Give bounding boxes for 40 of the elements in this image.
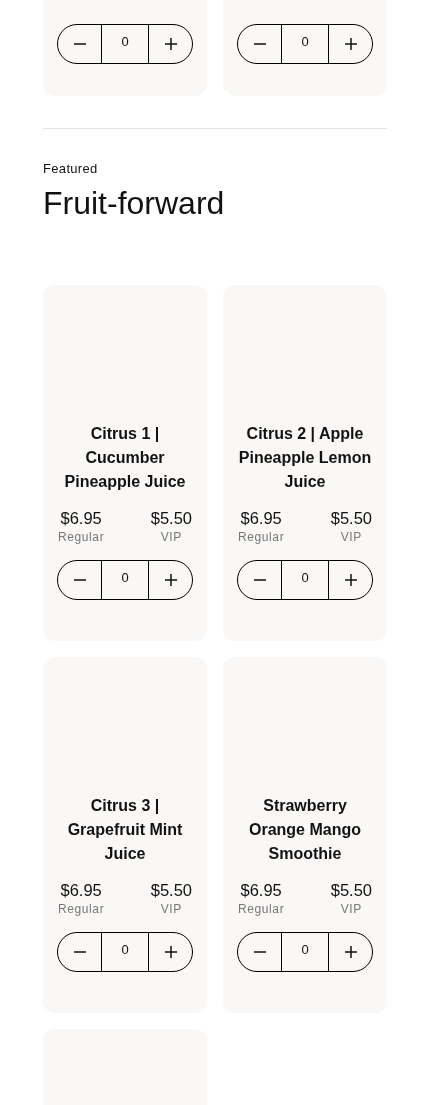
regular-price: $6.95 [60, 879, 102, 900]
vip-price: $5.50 [330, 507, 372, 528]
regular-label: Regular [58, 528, 105, 546]
minus-icon [253, 950, 266, 953]
section-eyebrow: Featured [43, 160, 99, 178]
plus-icon [344, 573, 357, 586]
regular-price: $6.95 [60, 507, 102, 528]
quantity-value: 0 [300, 568, 310, 587]
regular-label: Regular [238, 900, 285, 918]
vip-price: $5.50 [330, 879, 372, 900]
product-name: Citrus 1 | Cucumber Pineapple Juice [63, 423, 187, 492]
quantity-value: 0 [300, 940, 310, 959]
minus-icon [253, 578, 266, 581]
regular-label: Regular [238, 528, 285, 546]
quantity-value: 0 [120, 940, 130, 959]
vip-label: VIP [340, 528, 362, 546]
vip-price: $5.50 [150, 879, 192, 900]
regular-price: $6.95 [240, 507, 282, 528]
minus-icon [73, 950, 86, 953]
plus-icon [164, 573, 177, 586]
vip-label: VIP [160, 900, 182, 918]
product-name: Citrus 3 | Grapefruit Mint Juice [66, 795, 184, 864]
vip-label: VIP [340, 900, 362, 918]
minus-icon [73, 578, 86, 581]
section-heading: Fruit-forward [43, 183, 226, 223]
plus-icon [344, 945, 357, 958]
plus-icon [164, 945, 177, 958]
minus-icon [253, 43, 266, 45]
product-name: Citrus 2 | Apple Pineapple Lemon Juice [237, 423, 373, 492]
quantity-value: 0 [120, 33, 130, 52]
vip-label: VIP [160, 528, 182, 546]
plus-icon [164, 38, 177, 50]
product-name: Strawberry Orange Mango Smoothie [248, 795, 362, 864]
vip-price: $5.50 [150, 507, 192, 528]
plus-icon [344, 38, 357, 50]
minus-icon [73, 43, 86, 45]
quantity-value: 0 [300, 33, 310, 52]
regular-label: Regular [58, 900, 105, 918]
quantity-value: 0 [120, 568, 130, 587]
regular-price: $6.95 [240, 879, 282, 900]
